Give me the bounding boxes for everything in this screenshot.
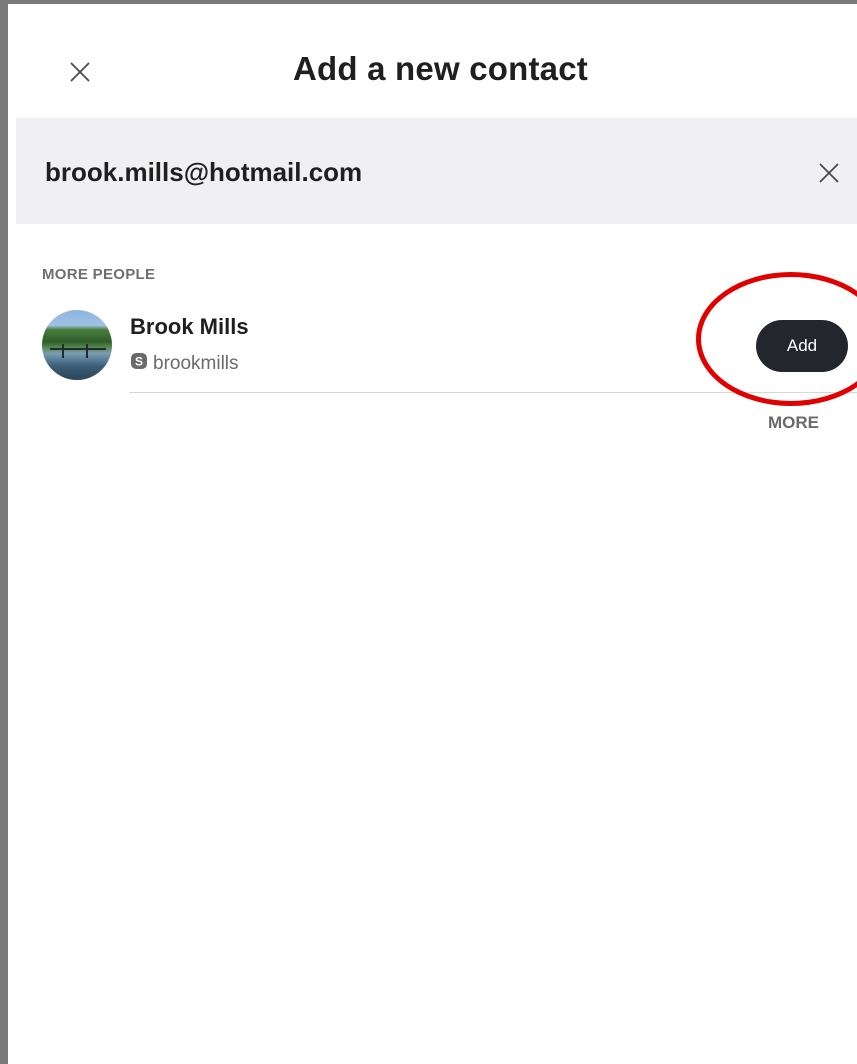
skype-icon: S [131,353,147,369]
svg-text:S: S [135,355,143,369]
more-results-link[interactable]: MORE [768,413,819,433]
dialog-window: Add a new contact MORE PEOPLE Brook Mill… [0,0,857,1064]
avatar-post-detail [62,344,64,358]
add-contact-button[interactable]: Add [756,320,848,372]
avatar-post-detail [86,344,88,358]
search-input[interactable] [45,152,785,192]
row-divider [129,392,857,393]
contact-result-row[interactable]: Brook Mills S brookmills Add [16,300,857,394]
clear-search-icon[interactable] [818,162,840,184]
contact-handle: brookmills [153,353,239,374]
avatar-fence-detail [50,348,106,350]
contact-name: Brook Mills [130,314,249,339]
page-title: Add a new contact [293,50,588,87]
search-bar [16,118,857,224]
section-label-more-people: MORE PEOPLE [42,266,156,283]
avatar [42,310,112,380]
dialog-header: Add a new contact [16,8,857,118]
